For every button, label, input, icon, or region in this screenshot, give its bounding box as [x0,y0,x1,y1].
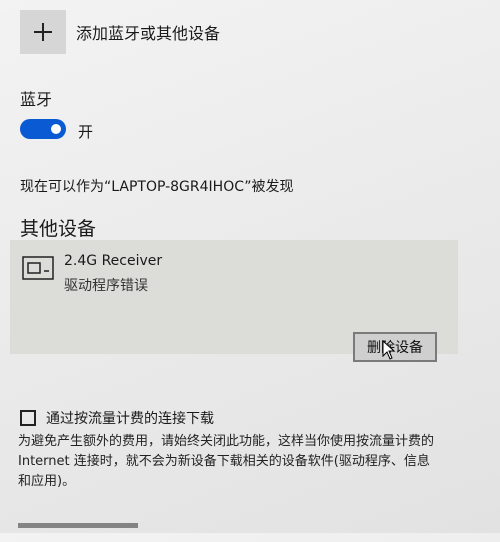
bluetooth-toggle-state: 开 [78,123,94,141]
device-icon [22,256,54,280]
device-name: 2.4G Receiver [64,253,163,269]
toggle-knob [51,124,61,134]
bluetooth-toggle[interactable] [20,119,66,139]
metered-download-row[interactable]: 通过按流量计费的连接下载 [20,408,214,428]
metered-download-description: 为避免产生额外的费用，请始终关闭此功能，这样当你使用按流量计费的 Interne… [18,434,435,489]
add-device-label[interactable]: 添加蓝牙或其他设备 [76,20,220,44]
other-devices-heading: 其他设备 [20,218,97,240]
device-card[interactable]: 2.4G Receiver 驱动程序错误 删除设备 [10,240,458,362]
device-status: 驱动程序错误 [64,278,148,294]
add-device-button[interactable] [20,10,66,54]
plus-icon [34,23,52,41]
metered-download-checkbox[interactable] [20,410,36,426]
metered-download-label[interactable]: 通过按流量计费的连接下载 [46,408,214,428]
mouse-cursor-icon [382,340,396,360]
bluetooth-heading: 蓝牙 [20,90,53,109]
discoverable-text: 现在可以作为“LAPTOP-8GR4IHOC”被发现 [20,179,294,195]
